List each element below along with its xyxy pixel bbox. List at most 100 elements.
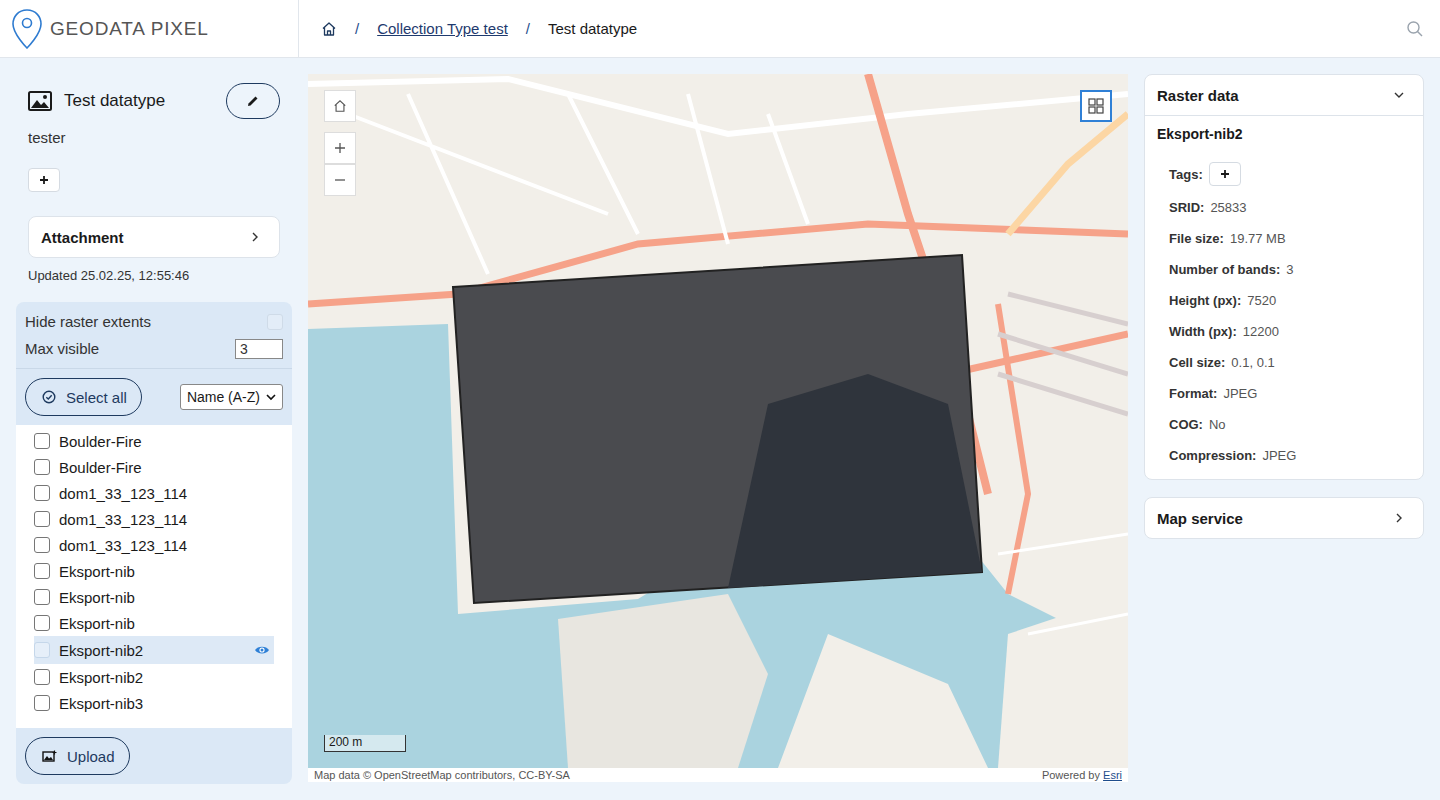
property-row: Cell size: 0.1, 0.1	[1169, 352, 1399, 372]
sort-value: Name (A-Z)	[187, 389, 260, 405]
property-value: 19.77 MB	[1230, 231, 1286, 246]
raster-data-body: Eksport-nib2 Tags: SRID: 25833File size:…	[1145, 116, 1423, 479]
raster-row[interactable]: dom1_33_123_114	[34, 480, 274, 506]
max-visible-option: Max visible 3	[25, 335, 283, 362]
raster-name: Eksport-nib	[59, 615, 274, 632]
raster-row[interactable]: Eksport-nib	[34, 558, 274, 584]
datatype-header: Test datatype	[16, 74, 292, 119]
select-all-label: Select all	[66, 389, 127, 406]
datatype-title: Test datatype	[64, 91, 214, 111]
raster-checkbox[interactable]	[34, 589, 50, 605]
raster-name: Eksport-nib	[59, 589, 274, 606]
attachment-card[interactable]: Attachment	[28, 216, 280, 258]
upload-label: Upload	[67, 748, 115, 765]
raster-name: dom1_33_123_114	[59, 485, 274, 502]
property-row: File size: 19.77 MB	[1169, 228, 1399, 248]
basemap	[308, 74, 1128, 768]
raster-checkbox[interactable]	[34, 642, 50, 658]
upload-button[interactable]: Upload	[25, 737, 130, 775]
raster-row[interactable]: dom1_33_123_114	[34, 532, 274, 558]
add-button[interactable]	[28, 168, 60, 192]
raster-row[interactable]: Boulder-Fire	[34, 454, 274, 480]
edit-button[interactable]	[226, 83, 280, 119]
hide-extents-label: Hide raster extents	[25, 313, 151, 330]
app-name: GEODATA PIXEL	[50, 18, 209, 40]
select-all-button[interactable]: Select all	[25, 378, 142, 416]
property-row: COG: No	[1169, 414, 1399, 434]
raster-data-header[interactable]: Raster data	[1145, 75, 1423, 116]
property-label: Height (px):	[1169, 293, 1241, 308]
property-label: SRID:	[1169, 200, 1204, 215]
raster-checkbox[interactable]	[34, 485, 50, 501]
map[interactable]: 200 m Map data © OpenStreetMap contribut…	[308, 74, 1128, 782]
upload-image-icon	[42, 750, 57, 763]
raster-row[interactable]: Eksport-nib3	[34, 690, 274, 716]
property-value: No	[1209, 417, 1226, 432]
property-value: 0.1, 0.1	[1231, 355, 1274, 370]
sort-select[interactable]: Name (A-Z)	[180, 384, 283, 410]
raster-row[interactable]: Eksport-nib	[34, 584, 274, 610]
map-service-title: Map service	[1157, 510, 1243, 527]
map-home-button[interactable]	[324, 90, 356, 122]
raster-checkbox[interactable]	[34, 669, 50, 685]
chevron-icon	[1393, 512, 1405, 524]
raster-name: Eksport-nib	[59, 563, 274, 580]
raster-list-panel: Hide raster extents Max visible 3 Select…	[16, 302, 292, 784]
eye-icon[interactable]	[254, 644, 270, 656]
datatype-description: tester	[16, 119, 292, 146]
raster-row[interactable]: Boulder-Fire	[34, 428, 274, 454]
zoom-in-button[interactable]	[324, 132, 356, 164]
raster-checkbox[interactable]	[34, 511, 50, 527]
map-canvas[interactable]: 200 m	[308, 74, 1128, 768]
main: Test datatype tester Attachment Updated …	[0, 58, 1440, 800]
scale-bar: 200 m	[324, 735, 406, 752]
raster-name: Eksport-nib2	[1157, 126, 1411, 142]
home-icon[interactable]	[321, 21, 337, 37]
property-value: 3	[1286, 262, 1293, 277]
raster-data-title: Raster data	[1157, 87, 1239, 104]
search-icon[interactable]	[1406, 20, 1424, 38]
map-service-card[interactable]: Map service	[1144, 497, 1424, 539]
minus-icon	[334, 174, 346, 186]
raster-row[interactable]: Eksport-nib	[34, 610, 274, 636]
raster-name: Eksport-nib2	[59, 669, 274, 686]
chevron-icon	[249, 231, 261, 243]
upload-area: Upload	[16, 728, 292, 784]
brand[interactable]: GEODATA PIXEL	[0, 0, 299, 57]
property-value: 25833	[1210, 200, 1246, 215]
raster-name: Eksport-nib2	[59, 642, 245, 659]
raster-checkbox[interactable]	[34, 537, 50, 553]
add-tag-button[interactable]	[1209, 162, 1241, 186]
breadcrumb: / Collection Type test/ Test datatype	[299, 20, 1406, 37]
property-label: Number of bands:	[1169, 262, 1280, 277]
breadcrumb-link[interactable]: Collection Type test	[377, 20, 508, 37]
property-value: JPEG	[1262, 448, 1296, 463]
attribution-bar: Map data © OpenStreetMap contributors, C…	[308, 768, 1128, 782]
attachment-label: Attachment	[41, 229, 124, 246]
raster-checkbox[interactable]	[34, 615, 50, 631]
raster-row[interactable]: dom1_33_123_114	[34, 506, 274, 532]
left-panel: Test datatype tester Attachment Updated …	[16, 74, 292, 784]
raster-row[interactable]: Eksport-nib2	[34, 664, 274, 690]
esri-link[interactable]: Esri	[1103, 769, 1122, 781]
chevron-icon	[1393, 89, 1405, 101]
basemap-toggle-button[interactable]	[1080, 90, 1112, 122]
raster-row[interactable]: Eksport-nib2	[34, 636, 274, 664]
raster-checkbox[interactable]	[34, 459, 50, 475]
page: GEODATA PIXEL / Collection Type test/ Te…	[0, 0, 1440, 800]
raster-checkbox[interactable]	[34, 433, 50, 449]
raster-name: dom1_33_123_114	[59, 537, 274, 554]
hide-extents-option: Hide raster extents	[25, 308, 283, 335]
dropdown-arrow-icon	[266, 393, 276, 401]
raster-checkbox[interactable]	[34, 563, 50, 579]
zoom-out-button[interactable]	[324, 164, 356, 196]
raster-checkbox[interactable]	[34, 695, 50, 711]
max-visible-input[interactable]: 3	[235, 339, 283, 359]
check-circle-icon	[42, 390, 56, 404]
property-value: 12200	[1243, 324, 1279, 339]
hide-extents-checkbox[interactable]	[267, 314, 283, 330]
breadcrumb-separator: /	[526, 20, 530, 37]
list-options: Hide raster extents Max visible 3	[16, 302, 292, 368]
property-value: 7520	[1247, 293, 1276, 308]
property-value: JPEG	[1223, 386, 1257, 401]
